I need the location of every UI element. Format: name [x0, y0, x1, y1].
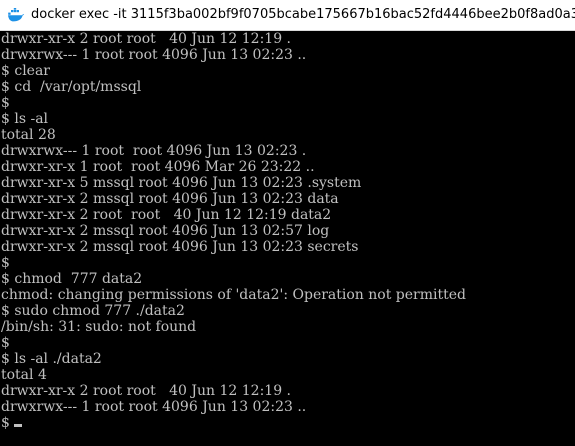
terminal-line: $ ls -al [1, 111, 49, 127]
terminal-line: total 4 [1, 367, 47, 383]
terminal-line: drwxr-xr-x 2 root root 40 Jun 12 12:19 . [1, 383, 292, 399]
terminal-line: drwxr-xr-x 2 mssql root 4096 Jun 13 02:2… [1, 239, 359, 255]
terminal-line: drwxrwx--- 1 root root 4096 Jun 13 02:23… [1, 399, 307, 415]
terminal-line: $ clear [1, 63, 50, 79]
terminal-window: docker exec -it 3115f3ba002bf9f0705bcabe… [0, 0, 575, 446]
terminal-output[interactable]: drwxr-xr-x 2 root root 40 Jun 12 12:19 .… [0, 31, 575, 446]
window-title: docker exec -it 3115f3ba002bf9f0705bcabe… [31, 7, 575, 22]
terminal-line: $ ls -al ./data2 [1, 351, 102, 367]
terminal-line: $ [1, 95, 10, 111]
terminal-line: $ chmod 777 data2 [1, 271, 143, 287]
title-bar[interactable]: docker exec -it 3115f3ba002bf9f0705bcabe… [0, 0, 575, 31]
terminal-line: drwxrwx--- 1 root root 4096 Jun 13 02:23… [1, 143, 307, 159]
terminal-line: drwxr-xr-x 2 mssql root 4096 Jun 13 02:5… [1, 223, 330, 239]
terminal-line: drwxr-xr-x 2 root root 40 Jun 12 12:19 d… [1, 207, 332, 223]
terminal-line: $ [1, 255, 10, 271]
terminal-line: $ cd /var/opt/mssql [1, 79, 142, 95]
terminal-line: drwxr-xr-x 1 root root 4096 Mar 26 23:22… [1, 159, 315, 175]
terminal-line: $ [1, 335, 10, 351]
terminal-line: $ sudo chmod 777 ./data2 [1, 303, 185, 319]
terminal-line: total 28 [1, 127, 56, 143]
terminal-line: drwxr-xr-x 2 mssql root 4096 Jun 13 02:2… [1, 191, 339, 207]
terminal-line: drwxr-xr-x 5 mssql root 4096 Jun 13 02:2… [1, 175, 362, 191]
terminal-line: chmod: changing permissions of 'data2': … [1, 287, 466, 303]
terminal-line: drwxr-xr-x 2 root root 40 Jun 12 12:19 . [1, 31, 292, 47]
docker-whale-icon [8, 8, 24, 22]
terminal-line: $ [1, 415, 575, 431]
text-cursor [14, 424, 23, 427]
terminal-line: /bin/sh: 31: sudo: not found [1, 319, 197, 335]
terminal-line: drwxrwx--- 1 root root 4096 Jun 13 02:23… [1, 47, 307, 63]
